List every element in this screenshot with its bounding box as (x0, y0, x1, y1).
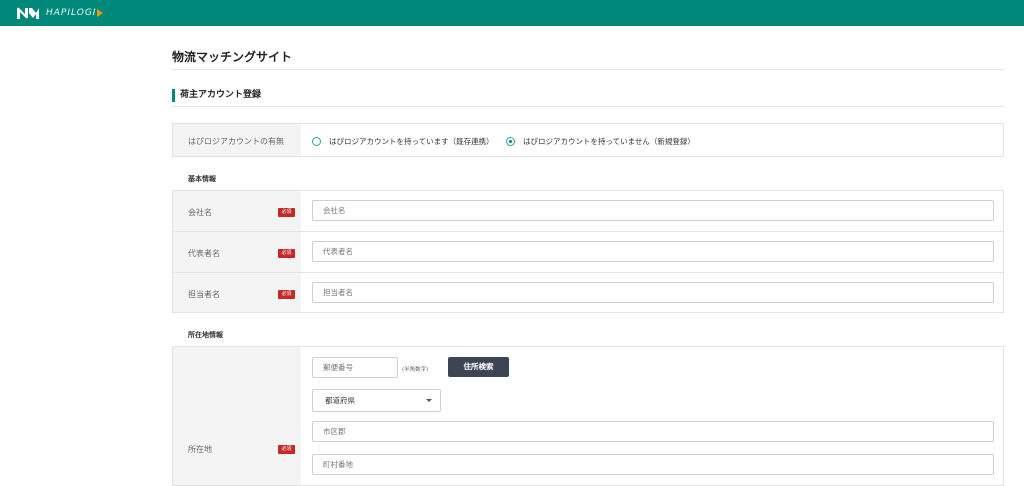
required-badge: 必須 (278, 290, 295, 299)
page-title: 物流マッチングサイト (172, 50, 293, 64)
section-title: 荷主アカウント登録 (172, 89, 261, 102)
basic-info-heading: 基本情報 (188, 175, 216, 183)
radio-new-label: はぴロジアカウントを持っていません（新規登録） (523, 137, 695, 146)
postal-code-input[interactable] (312, 357, 398, 378)
representative-input[interactable] (312, 241, 994, 262)
representative-label: 代表者名 (188, 249, 220, 258)
representative-label-cell: 代表者名 必須 (173, 232, 301, 272)
account-existence-label-cell: はぴロジアカウントの有無 (173, 124, 301, 156)
city-input[interactable] (312, 421, 994, 442)
radio-new-account[interactable]: はぴロジアカウントを持っていません（新規登録） (506, 136, 695, 147)
required-badge: 必須 (278, 208, 295, 217)
top-bar: HAPILOGI (0, 0, 1024, 26)
radio-existing-label: はぴロジアカウントを持っています（既存連携） (329, 137, 494, 146)
location-info-heading: 所在地情報 (188, 331, 223, 339)
contact-person-label-cell: 担当者名 必須 (173, 273, 301, 312)
radio-new-icon[interactable] (506, 137, 515, 146)
company-name-input[interactable] (312, 200, 994, 221)
address-label-cell: 所在地 必須 (173, 347, 301, 485)
account-existence-label: はぴロジアカウントの有無 (188, 137, 284, 146)
brand-arrow-icon (97, 9, 104, 17)
section-divider (172, 106, 1004, 107)
brand-logo[interactable]: HAPILOGI (16, 6, 104, 20)
prefecture-select[interactable]: 都道府県 (312, 389, 441, 412)
required-badge: 必須 (278, 249, 295, 258)
required-badge: 必須 (278, 445, 295, 454)
radio-existing-account[interactable]: はぴロジアカウントを持っています（既存連携） (312, 136, 494, 147)
address-label: 所在地 (188, 445, 212, 454)
prefecture-value: 都道府県 (325, 396, 355, 405)
company-name-label-cell: 会社名 必須 (173, 191, 301, 231)
town-input[interactable] (312, 454, 994, 475)
hapilogi-logo-icon (17, 7, 39, 20)
address-search-button[interactable]: 住所検索 (448, 357, 509, 377)
brand-name: HAPILOGI (46, 8, 97, 18)
contact-person-label: 担当者名 (188, 290, 220, 299)
radio-existing-icon[interactable] (312, 137, 321, 146)
title-divider (172, 69, 1004, 70)
company-name-label: 会社名 (188, 208, 212, 217)
chevron-down-icon (426, 399, 432, 402)
contact-person-input[interactable] (312, 282, 994, 303)
postal-note: (半角数字) (402, 367, 429, 373)
